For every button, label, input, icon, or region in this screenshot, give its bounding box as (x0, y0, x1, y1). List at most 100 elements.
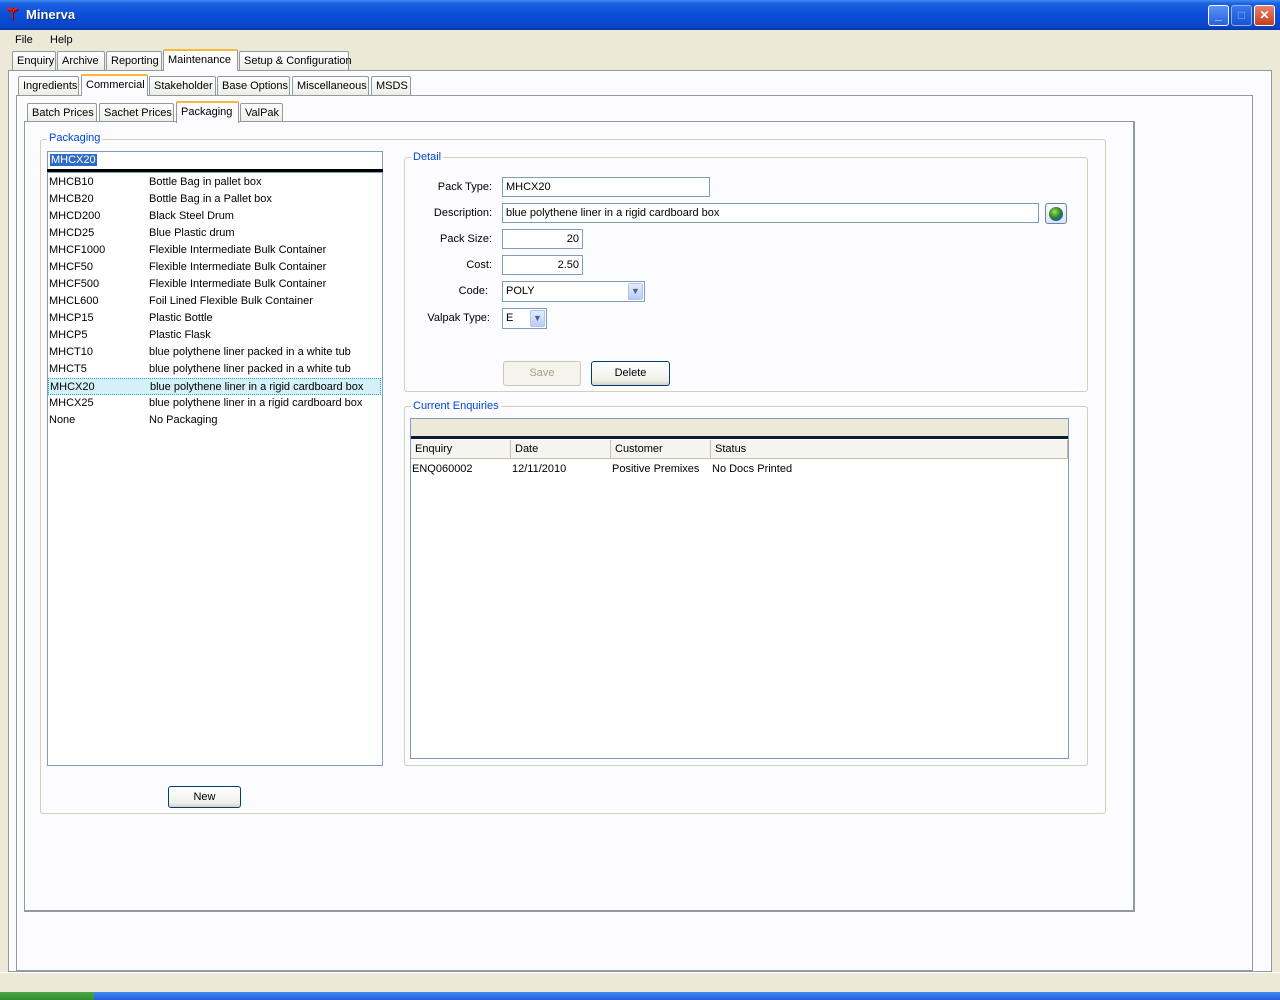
new-button[interactable]: New (168, 786, 241, 808)
tab-setup-configuration[interactable]: Setup & Configuration (239, 51, 352, 71)
list-item-code: MHCX25 (49, 397, 94, 409)
list-item[interactable]: MHCF50 Flexible Intermediate Bulk Contain… (48, 259, 381, 276)
list-item-description: blue polythene liner packed in a white t… (149, 346, 351, 358)
list-item-code: MHCT5 (49, 363, 87, 375)
code-select[interactable]: POLY ▼ (502, 281, 645, 302)
list-item-description: No Packaging (149, 414, 218, 426)
packaging-list[interactable]: MHCB10 Bottle Bag in pallet box MHCB20 Bott… (47, 172, 383, 766)
code-select-value: POLY (506, 285, 535, 297)
column-date[interactable]: Date (511, 440, 611, 459)
list-item[interactable]: MHCX20 blue polythene liner in a rigid ca… (48, 378, 381, 395)
tab-miscellaneous[interactable]: Miscellaneous (292, 76, 369, 96)
title-bar: ⚚ Minerva _ □ ✕ (0, 0, 1280, 30)
cell-status: No Docs Printed (712, 463, 793, 475)
tab-commercial[interactable]: Commercial (81, 74, 148, 96)
description-field[interactable]: blue polythene liner in a rigid cardboar… (502, 203, 1039, 223)
cell-customer: Positive Premixes (612, 463, 700, 475)
list-item[interactable]: MHCX25 blue polythene liner in a rigid ca… (48, 395, 381, 412)
description-label: Description: (433, 207, 492, 219)
list-item-code: MHCF50 (49, 261, 94, 273)
tab-enquiry[interactable]: Enquiry (12, 51, 56, 71)
list-item-description: blue polythene liner in a rigid cardboar… (150, 381, 364, 393)
menu-bar: File Help (0, 30, 1280, 50)
code-label: Code: (458, 285, 488, 297)
list-item-code: MHCF500 (49, 278, 100, 290)
tab-valpak[interactable]: ValPak (240, 103, 283, 123)
cost-field[interactable]: 2.50 (502, 255, 583, 275)
valpak-type-value: E (506, 312, 514, 324)
list-item[interactable]: MHCF500 Flexible Intermediate Bulk Contai… (48, 276, 381, 293)
tab-packaging[interactable]: Packaging (176, 101, 239, 123)
save-button[interactable]: Save (503, 361, 581, 386)
tab-reporting[interactable]: Reporting (106, 51, 162, 71)
column-enquiry[interactable]: Enquiry (411, 440, 511, 459)
column-customer[interactable]: Customer (611, 440, 711, 459)
start-button[interactable] (0, 992, 94, 1000)
globe-icon (1049, 207, 1063, 221)
tab-msds[interactable]: MSDS (371, 76, 411, 96)
list-item-code: MHCB20 (49, 193, 94, 205)
maximize-button[interactable]: □ (1231, 5, 1252, 26)
chevron-down-icon[interactable]: ▼ (530, 310, 545, 327)
list-item-code: MHCT10 (49, 346, 94, 358)
list-item[interactable]: MHCT10 blue polythene liner packed in a w… (48, 344, 381, 361)
close-button[interactable]: ✕ (1254, 5, 1275, 26)
list-item[interactable]: MHCF1000 Flexible Intermediate Bulk Conta… (48, 242, 381, 259)
pack-size-label: Pack Size: (440, 233, 492, 245)
menu-help[interactable]: Help (50, 34, 73, 46)
list-item-description: Flexible Intermediate Bulk Container (149, 244, 327, 256)
list-item[interactable]: MHCD200 Black Steel Drum (48, 208, 381, 225)
enquiries-grid[interactable]: Enquiry Date Customer Status ENQ060002 1… (410, 418, 1069, 759)
tab-ingredients[interactable]: Ingredients (18, 76, 79, 96)
list-item-description: Plastic Flask (149, 329, 211, 341)
list-item[interactable]: MHCB20 Bottle Bag in a Pallet box (48, 191, 381, 208)
tab-stakeholder[interactable]: Stakeholder (149, 76, 216, 96)
minimize-button[interactable]: _ (1208, 5, 1229, 26)
table-row[interactable]: ENQ060002 12/11/2010 Positive Premixes N… (411, 461, 1068, 478)
packaging-search-input[interactable]: MHCX20 (47, 151, 383, 170)
tab-archive[interactable]: Archive (57, 51, 105, 71)
window-title: Minerva (26, 7, 76, 22)
packaging-group-label: Packaging (47, 132, 103, 144)
delete-button[interactable]: Delete (591, 361, 670, 386)
list-item[interactable]: MHCL600 Foil Lined Flexible Bulk Containe… (48, 293, 381, 310)
column-status[interactable]: Status (711, 440, 1068, 459)
list-item[interactable]: MHCB10 Bottle Bag in pallet box (48, 174, 381, 191)
list-item-code: MHCB10 (49, 176, 94, 188)
valpak-type-label: Valpak Type: (427, 312, 490, 324)
translate-button[interactable] (1045, 203, 1067, 224)
taskbar (0, 992, 1280, 1000)
cost-label: Cost: (466, 259, 492, 271)
list-item-description: blue polythene liner packed in a white t… (149, 363, 351, 375)
list-item[interactable]: MHCP5 Plastic Flask (48, 327, 381, 344)
list-item-description: Bottle Bag in pallet box (149, 176, 262, 188)
list-item-description: blue polythene liner in a rigid cardboar… (149, 397, 363, 409)
grid-group-header (411, 419, 1068, 439)
pack-size-field[interactable]: 20 (502, 229, 583, 249)
list-item-code: MHCP15 (49, 312, 94, 324)
list-item-code: MHCD25 (49, 227, 95, 239)
menu-file[interactable]: File (15, 34, 33, 46)
list-item-description: Plastic Bottle (149, 312, 213, 324)
detail-group-label: Detail (411, 151, 444, 163)
tab-batch-prices[interactable]: Batch Prices (27, 103, 97, 123)
tab-sachet-prices[interactable]: Sachet Prices (99, 103, 174, 123)
pack-type-field[interactable]: MHCX20 (502, 177, 710, 197)
list-item-description: Black Steel Drum (149, 210, 234, 222)
minerva-logo-icon: ⚚ (5, 6, 20, 23)
pack-type-label: Pack Type: (437, 181, 492, 193)
cell-enquiry: ENQ060002 (412, 463, 473, 475)
list-item[interactable]: None No Packaging (48, 412, 381, 429)
valpak-type-select[interactable]: E ▼ (502, 308, 547, 329)
tab-base-options[interactable]: Base Options (217, 76, 290, 96)
chevron-down-icon[interactable]: ▼ (628, 283, 643, 300)
list-item[interactable]: MHCT5 blue polythene liner packed in a wh… (48, 361, 381, 378)
list-item-description: Blue Plastic drum (149, 227, 235, 239)
tab-maintenance[interactable]: Maintenance (163, 49, 238, 71)
list-item[interactable]: MHCD25 Blue Plastic drum (48, 225, 381, 242)
packaging-search-value: MHCX20 (50, 154, 97, 166)
list-item[interactable]: MHCP15 Plastic Bottle (48, 310, 381, 327)
list-item-description: Flexible Intermediate Bulk Container (149, 278, 327, 290)
list-item-description: Foil Lined Flexible Bulk Container (149, 295, 313, 307)
list-item-code: MHCF1000 (49, 244, 106, 256)
